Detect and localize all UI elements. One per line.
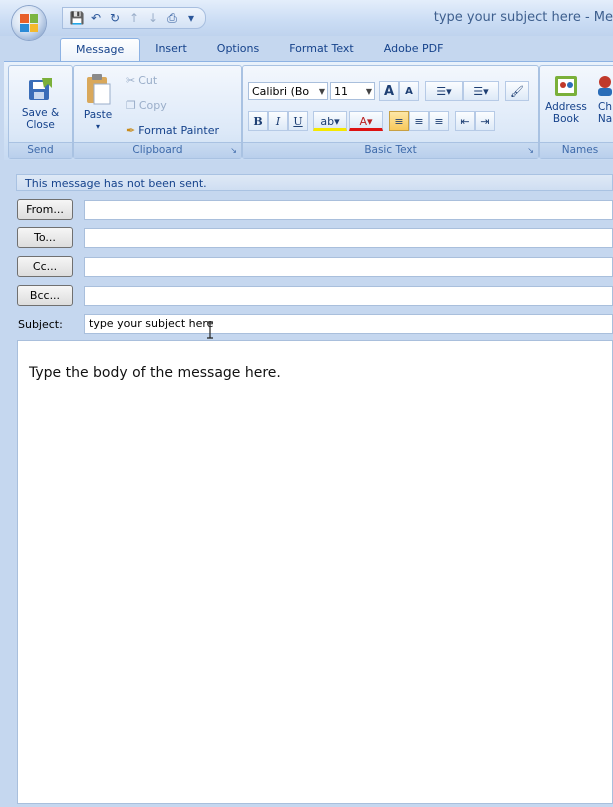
paste-icon bbox=[87, 74, 111, 105]
text-cursor-icon bbox=[207, 321, 213, 339]
italic-icon[interactable]: I bbox=[268, 111, 288, 131]
highlight-icon[interactable]: ab▾ bbox=[313, 111, 347, 131]
font-size-value: 11 bbox=[334, 85, 348, 98]
paintbrush-icon: ✒ bbox=[126, 124, 136, 137]
copy-button[interactable]: ❐ Copy bbox=[126, 99, 167, 112]
basic-text-group: Calibri (Bo ▼ 11 ▼ A A ☰▾ ☰▾ 🖌 B I U ab▾… bbox=[242, 65, 539, 159]
font-name-combo[interactable]: Calibri (Bo ▼ bbox=[248, 82, 328, 100]
scissors-icon: ✂ bbox=[126, 74, 136, 87]
styles-icon[interactable]: 🖌 bbox=[505, 81, 529, 101]
tab-message[interactable]: Message bbox=[60, 38, 141, 63]
size-dropdown-icon[interactable]: ▼ bbox=[366, 83, 372, 101]
font-size-combo[interactable]: 11 ▼ bbox=[330, 82, 375, 100]
paste-label: Paste bbox=[83, 109, 113, 121]
undo-icon[interactable]: ↶ bbox=[88, 10, 104, 26]
increase-indent-icon[interactable]: ⇥ bbox=[475, 111, 495, 131]
check-names-label: Ch Na bbox=[597, 101, 613, 125]
basic-text-group-label: Basic Text ↘ bbox=[243, 142, 538, 158]
tab-adobe-pdf[interactable]: Adobe PDF bbox=[369, 38, 459, 62]
send-group: Save & Close Send bbox=[8, 65, 73, 159]
info-bar: This message has not been sent. bbox=[16, 174, 613, 191]
address-book-button[interactable]: Address Book bbox=[543, 74, 589, 125]
align-left-icon[interactable]: ≡ bbox=[389, 111, 409, 131]
dialog-launcher-icon[interactable]: ↘ bbox=[527, 143, 534, 158]
save-close-label: Save & Close bbox=[21, 107, 60, 131]
subject-row: type your subject here bbox=[17, 313, 613, 335]
redo-icon[interactable]: ↻ bbox=[107, 10, 123, 26]
from-field[interactable] bbox=[84, 200, 613, 220]
format-painter-label: Format Painter bbox=[138, 124, 219, 137]
align-center-icon[interactable]: ≡ bbox=[409, 111, 429, 131]
clipboard-label-text: Clipboard bbox=[132, 144, 183, 156]
names-group-label: Names bbox=[540, 142, 613, 158]
to-button[interactable]: To... bbox=[17, 227, 73, 248]
names-group: Address Book Ch Na Names bbox=[539, 65, 613, 159]
copy-label: Copy bbox=[138, 99, 167, 112]
basic-text-label-text: Basic Text bbox=[364, 144, 417, 156]
copy-icon: ❐ bbox=[126, 99, 136, 112]
office-button[interactable] bbox=[12, 6, 46, 40]
save-icon[interactable]: 💾 bbox=[69, 10, 85, 26]
bcc-field[interactable] bbox=[84, 286, 613, 306]
cut-button[interactable]: ✂ Cut bbox=[126, 74, 157, 87]
ribbon: Save & Close Send Paste ▾ ✂ Cut ❐ Copy ✒… bbox=[4, 61, 613, 160]
font-dropdown-icon[interactable]: ▼ bbox=[319, 83, 325, 101]
ribbon-tabs: Message Insert Options Format Text Adobe… bbox=[60, 38, 459, 63]
to-row: To... bbox=[17, 227, 613, 249]
title-bar: 💾 ↶ ↻ ↑ ↓ ⎙ ▾ type your subject here - M… bbox=[0, 0, 613, 36]
underline-icon[interactable]: U bbox=[288, 111, 308, 131]
numbering-icon[interactable]: ☰▾ bbox=[463, 81, 499, 101]
format-painter-button[interactable]: ✒ Format Painter bbox=[126, 124, 219, 137]
cc-row: Cc... bbox=[17, 256, 613, 278]
print-icon[interactable]: ⎙ bbox=[164, 10, 180, 26]
subject-field[interactable]: type your subject here bbox=[84, 314, 613, 334]
customize-qat-icon[interactable]: ▾ bbox=[183, 10, 199, 26]
bullets-icon[interactable]: ☰▾ bbox=[425, 81, 463, 101]
up-arrow-icon[interactable]: ↑ bbox=[126, 10, 142, 26]
tab-insert[interactable]: Insert bbox=[140, 38, 202, 62]
from-row: From... bbox=[17, 199, 613, 221]
address-book-icon bbox=[555, 76, 577, 96]
check-names-button[interactable]: Ch Na bbox=[590, 74, 613, 125]
address-book-label: Address Book bbox=[545, 101, 587, 125]
office-logo-icon bbox=[20, 14, 38, 32]
font-color-icon[interactable]: A▾ bbox=[349, 111, 383, 131]
grow-font-icon[interactable]: A bbox=[379, 81, 399, 101]
down-arrow-icon[interactable]: ↓ bbox=[145, 10, 161, 26]
save-close-icon bbox=[28, 78, 52, 100]
to-field[interactable] bbox=[84, 228, 613, 248]
save-close-button[interactable]: Save & Close bbox=[13, 74, 68, 131]
check-names-icon bbox=[598, 76, 612, 96]
align-right-icon[interactable]: ≡ bbox=[429, 111, 449, 131]
bcc-row: Bcc... bbox=[17, 285, 613, 307]
cc-button[interactable]: Cc... bbox=[17, 256, 73, 277]
dialog-launcher-icon[interactable]: ↘ bbox=[230, 143, 237, 158]
cut-label: Cut bbox=[138, 74, 158, 87]
message-body[interactable]: Type the body of the message here. bbox=[17, 340, 613, 804]
clipboard-group-label: Clipboard ↘ bbox=[74, 142, 241, 158]
paste-button[interactable]: Paste ▾ bbox=[78, 72, 118, 133]
font-name-value: Calibri (Bo bbox=[252, 85, 310, 98]
cc-field[interactable] bbox=[84, 257, 613, 277]
quick-access-toolbar: 💾 ↶ ↻ ↑ ↓ ⎙ ▾ bbox=[62, 7, 206, 29]
clipboard-group: Paste ▾ ✂ Cut ❐ Copy ✒ Format Painter Cl… bbox=[73, 65, 242, 159]
bold-icon[interactable]: B bbox=[248, 111, 268, 131]
send-group-label: Send bbox=[9, 142, 72, 158]
bcc-button[interactable]: Bcc... bbox=[17, 285, 73, 306]
paste-dropdown-icon[interactable]: ▾ bbox=[78, 121, 118, 133]
tab-format-text[interactable]: Format Text bbox=[274, 38, 369, 62]
shrink-font-icon[interactable]: A bbox=[399, 81, 419, 101]
window-title: type your subject here - Me bbox=[433, 10, 613, 25]
tab-options[interactable]: Options bbox=[202, 38, 274, 62]
decrease-indent-icon[interactable]: ⇤ bbox=[455, 111, 475, 131]
body-text: Type the body of the message here. bbox=[29, 365, 281, 381]
from-button[interactable]: From... bbox=[17, 199, 73, 220]
